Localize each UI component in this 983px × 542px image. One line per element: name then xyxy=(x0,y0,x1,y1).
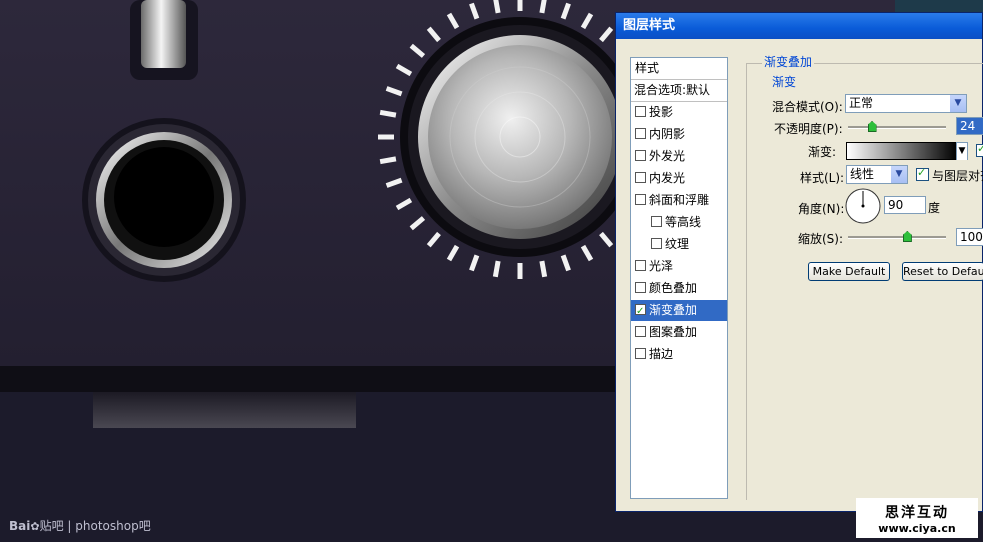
ciya-watermark: 思洋互动 www.ciya.cn xyxy=(856,498,978,538)
blend-mode-select[interactable]: 正常 ▼ xyxy=(845,94,967,113)
ciya-title: 思洋互动 xyxy=(885,505,949,521)
style-select[interactable]: 线性 ▼ xyxy=(846,165,908,184)
style-item[interactable]: 斜面和浮雕 xyxy=(631,190,727,211)
audio-jack xyxy=(82,118,246,282)
style-item-label: 斜面和浮雕 xyxy=(649,193,710,207)
angle-label: 角度(N): xyxy=(798,202,845,216)
opacity-slider-track[interactable] xyxy=(848,126,946,129)
knob-tick xyxy=(379,109,397,118)
style-item-checkbox[interactable] xyxy=(635,150,646,161)
style-item[interactable]: 光泽 xyxy=(631,256,727,277)
knob-tick xyxy=(493,0,501,14)
tieba-text: 贴吧 xyxy=(39,519,64,533)
style-item-label: 纹理 xyxy=(665,237,690,251)
style-item-label: 渐变叠加 xyxy=(649,303,698,317)
styles-header[interactable]: 样式 xyxy=(631,58,727,80)
blending-options-default[interactable]: 混合选项:默认 xyxy=(631,80,727,102)
blend-mode-value: 正常 xyxy=(849,96,874,110)
style-item-label: 等高线 xyxy=(665,215,702,229)
gradient-swatch[interactable] xyxy=(846,142,958,160)
section-title-gradient-overlay: 渐变叠加 xyxy=(762,53,815,70)
style-item-checkbox[interactable] xyxy=(635,301,646,321)
style-item-label: 内阴影 xyxy=(649,127,686,141)
opacity-input[interactable]: 24 xyxy=(956,117,983,135)
reset-to-default-button[interactable]: Reset to Default xyxy=(902,262,983,281)
align-with-layer-checkbox[interactable] xyxy=(916,166,929,181)
chevron-down-icon: ▼ xyxy=(950,95,966,112)
subsection-title-gradient: 渐变 xyxy=(770,73,799,90)
style-item-checkbox[interactable] xyxy=(635,128,646,139)
angle-dial[interactable] xyxy=(844,187,882,225)
style-item[interactable]: 颜色叠加 xyxy=(631,278,727,299)
chevron-down-icon: ▼ xyxy=(891,166,907,183)
style-item-label: 描边 xyxy=(649,347,674,361)
style-item[interactable]: 外发光 xyxy=(631,146,727,167)
style-item-label: 光泽 xyxy=(649,259,674,273)
style-item[interactable]: 纹理 xyxy=(631,234,727,255)
style-item-checkbox[interactable] xyxy=(635,260,646,271)
knob-tick xyxy=(539,0,547,14)
chevron-down-icon: ▼ xyxy=(957,143,967,160)
opacity-label: 不透明度(P): xyxy=(774,122,843,136)
angle-unit: 度 xyxy=(928,201,941,215)
baidu-tieba-watermark: Bai✿贴吧 | photoshop吧 xyxy=(9,517,151,534)
style-label: 样式(L): xyxy=(800,171,845,185)
style-item-label: 投影 xyxy=(649,105,674,119)
scale-slider-track[interactable] xyxy=(848,236,946,239)
gradient-label: 渐变: xyxy=(808,145,837,159)
style-item-checkbox[interactable] xyxy=(635,172,646,183)
style-item-label: 颜色叠加 xyxy=(649,281,698,295)
style-item[interactable]: 内发光 xyxy=(631,168,727,189)
style-item[interactable]: 描边 xyxy=(631,344,727,365)
knob-tick xyxy=(379,156,397,165)
metal-knob xyxy=(400,17,640,257)
knob-tick xyxy=(492,260,501,278)
style-item[interactable]: 内阴影 xyxy=(631,124,727,145)
bottom-strip xyxy=(93,392,356,428)
dialog-titlebar[interactable]: 图层样式 xyxy=(616,13,982,39)
styles-list: 样式 混合选项:默认 投影内阴影外发光内发光斜面和浮雕等高线纹理光泽颜色叠加渐变… xyxy=(630,57,728,499)
paw-icon: ✿ xyxy=(30,520,40,533)
ciya-url: www.ciya.cn xyxy=(878,522,956,535)
style-item-checkbox[interactable] xyxy=(635,194,646,205)
reverse-checkbox[interactable] xyxy=(976,142,983,157)
style-item[interactable]: 渐变叠加 xyxy=(631,300,727,321)
angle-input[interactable]: 90 xyxy=(884,196,926,214)
style-item-checkbox[interactable] xyxy=(651,238,662,249)
style-item-label: 内发光 xyxy=(649,171,686,185)
style-item-checkbox[interactable] xyxy=(651,216,662,227)
scale-label: 缩放(S): xyxy=(798,232,844,246)
style-item[interactable]: 图案叠加 xyxy=(631,322,727,343)
toggle-switch xyxy=(130,0,198,80)
style-item-label: 外发光 xyxy=(649,149,686,163)
watermark-forum-text: | photoshop吧 xyxy=(67,519,151,533)
gradient-dropdown[interactable]: ▼ xyxy=(956,142,968,160)
style-item[interactable]: 等高线 xyxy=(631,212,727,233)
layer-style-dialog: 图层样式 样式 混合选项:默认 投影内阴影外发光内发光斜面和浮雕等高线纹理光泽颜… xyxy=(615,12,983,512)
style-item-checkbox[interactable] xyxy=(635,106,646,117)
knob-tick xyxy=(539,260,548,278)
style-item-checkbox[interactable] xyxy=(635,282,646,293)
blend-mode-label: 混合模式(O): xyxy=(772,100,843,114)
style-value: 线性 xyxy=(850,167,875,181)
style-item-checkbox[interactable] xyxy=(635,326,646,337)
style-item-checkbox[interactable] xyxy=(635,348,646,359)
style-item-label: 图案叠加 xyxy=(649,325,698,339)
baidu-logo-text: Bai xyxy=(9,519,31,533)
make-default-button[interactable]: Make Default xyxy=(808,262,890,281)
align-with-layer-label: 与图层对齐 xyxy=(932,169,983,183)
scale-input[interactable]: 100 xyxy=(956,228,983,246)
style-item[interactable]: 投影 xyxy=(631,102,727,123)
